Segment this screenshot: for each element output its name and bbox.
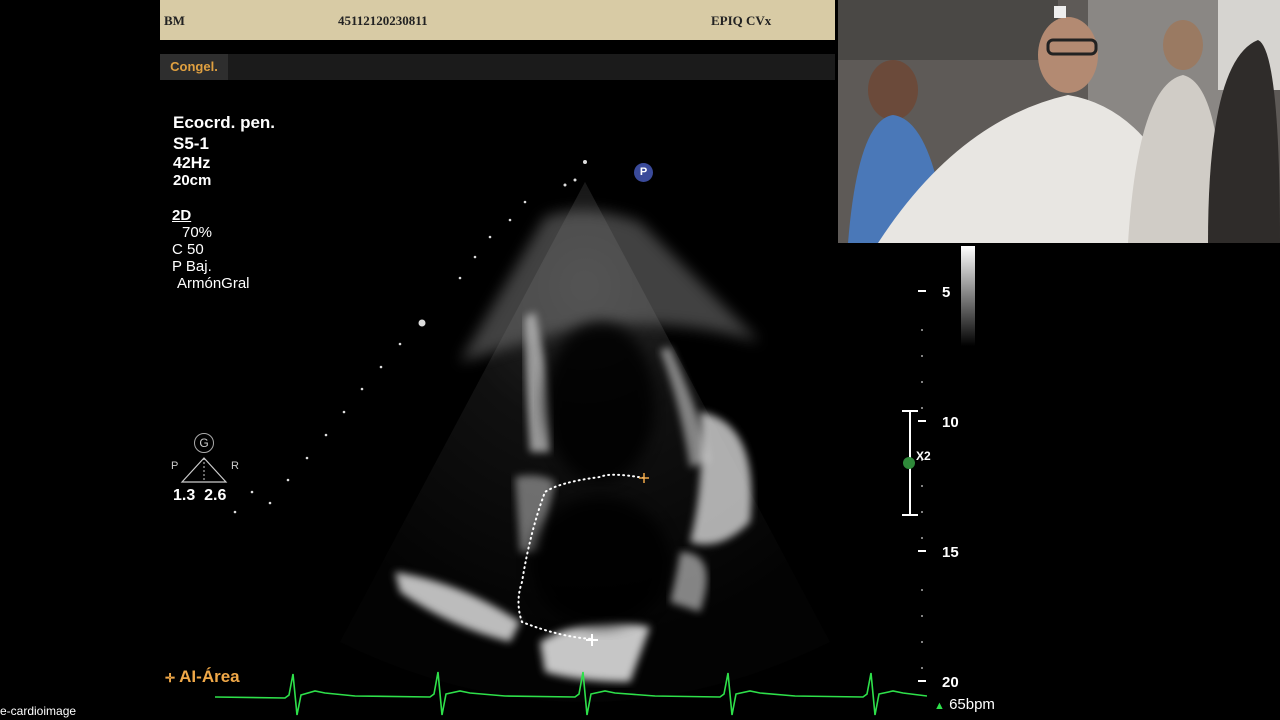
heart-rate-value: 65bpm — [949, 696, 995, 713]
patient-header-bar: BM 45112120230811 EPIQ CVx — [160, 0, 835, 40]
zoom-label: X2 — [916, 449, 931, 463]
zoom-bracket[interactable] — [898, 408, 922, 520]
focus-right-label: R — [231, 460, 239, 472]
mode-label: 2D — [172, 207, 192, 224]
focus-values: 1.3 2.6 — [173, 487, 227, 504]
grayscale-bar — [961, 246, 975, 346]
depth-value: 20cm — [173, 172, 212, 189]
depth-tick-label: 5 — [942, 284, 951, 301]
power-value: P Baj. — [172, 258, 212, 275]
triangle-icon: ▲ — [934, 700, 945, 712]
focus-g-icon: G — [194, 433, 214, 453]
probe-label: S5-1 — [173, 134, 209, 153]
depth-tick-label: 10 — [942, 414, 959, 431]
focus-left-label: P — [171, 460, 179, 472]
frame-rate: 42Hz — [173, 155, 211, 172]
status-bar — [160, 54, 835, 80]
depth-tick-label: 15 — [942, 544, 959, 561]
webcam-overlay — [838, 0, 1280, 243]
acquisition-params: Ecocrd. pen. S5-1 42Hz 20cm — [173, 112, 275, 189]
exam-id: 45112120230811 — [338, 13, 428, 28]
probe-marker-icon: P — [634, 163, 653, 182]
system-name: EPIQ CVx — [711, 13, 772, 28]
focus-triangle-icon — [180, 457, 228, 483]
gain-value: 70% — [182, 224, 213, 241]
depth-tick-label: 20 — [942, 674, 959, 691]
webcam-feed — [838, 0, 1280, 243]
patient-name: BM — [164, 13, 185, 28]
zoom-handle — [903, 457, 915, 469]
crosshair-icon: ✛ — [165, 671, 176, 685]
frozen-tab[interactable]: Congel. — [160, 54, 228, 80]
watermark: e-cardioimage — [0, 704, 77, 718]
ecg-trace — [215, 671, 927, 716]
preset-label: Ecocrd. pen. — [173, 113, 276, 132]
compression-value: C 50 — [172, 241, 204, 258]
imaging-params: 2D 70% C 50 P Baj. ArmónGral — [172, 207, 250, 292]
heart-rate: ▲ 65bpm — [934, 696, 995, 713]
harmonics-value: ArmónGral — [177, 275, 250, 292]
depth-tick — [918, 290, 926, 292]
